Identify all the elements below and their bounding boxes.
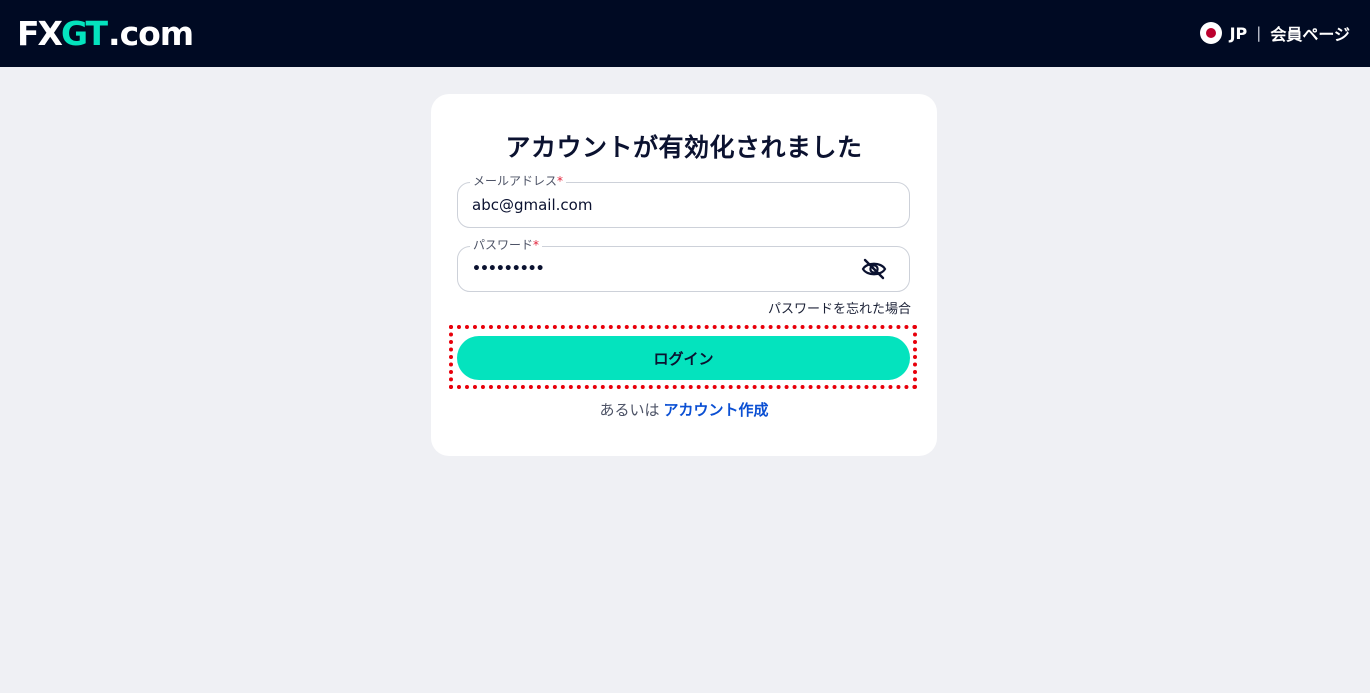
- header-right: JP | 会員ページ: [1199, 21, 1350, 45]
- email-input[interactable]: [472, 183, 852, 227]
- language-selector[interactable]: JP: [1230, 24, 1248, 43]
- fxgt-logo[interactable]: FXGT.com: [17, 14, 194, 54]
- login-card: アカウントが有効化されました メールアドレス* パスワード* パスワードを忘れた…: [431, 94, 937, 456]
- logo-text-fx: FX: [17, 14, 63, 53]
- top-bar: FXGT.com JP | 会員ページ: [0, 0, 1370, 67]
- password-input[interactable]: [472, 247, 852, 291]
- eye-off-icon[interactable]: [861, 257, 887, 281]
- japan-flag-icon[interactable]: [1199, 22, 1222, 44]
- member-page-link[interactable]: 会員ページ: [1270, 21, 1350, 45]
- create-account-link[interactable]: アカウント作成: [664, 401, 769, 419]
- login-button[interactable]: ログイン: [457, 336, 910, 380]
- logo-text-gt: GT: [61, 14, 108, 53]
- alt-prefix-text: あるいは: [599, 401, 660, 419]
- header-separator: |: [1256, 24, 1262, 42]
- create-account-line: あるいは アカウント作成: [431, 399, 937, 420]
- page-title: アカウントが有効化されました: [505, 133, 863, 162]
- forgot-password-link[interactable]: パスワードを忘れた場合: [768, 298, 911, 317]
- logo-text-domain: .com: [108, 14, 194, 53]
- password-field[interactable]: パスワード*: [457, 237, 910, 292]
- email-field[interactable]: メールアドレス*: [457, 173, 910, 228]
